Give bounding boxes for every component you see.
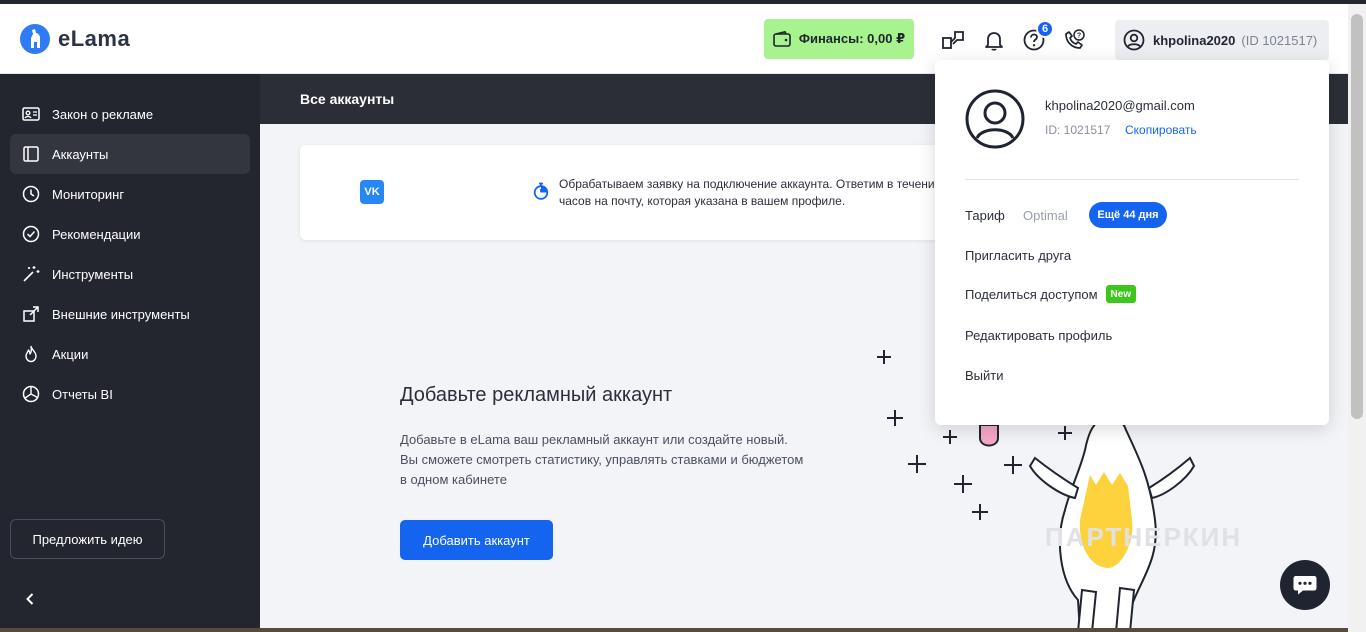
logo-llama-icon — [20, 24, 50, 54]
sidebar-item-external-tools[interactable]: Внешние инструменты — [10, 294, 250, 334]
sidebar-item-label: Рекомендации — [52, 226, 141, 242]
integrations-icon[interactable] — [941, 28, 965, 52]
check-circle-icon — [22, 225, 40, 243]
user-menu-button[interactable]: khpolina2020 (ID 1021517) — [1115, 20, 1329, 60]
clock-icon — [22, 185, 40, 203]
page-title: Все аккаунты — [300, 91, 395, 107]
invite-friend-item[interactable]: Пригласить друга — [965, 248, 1071, 263]
logo[interactable]: eLama — [20, 24, 130, 54]
user-avatar-icon — [1123, 29, 1145, 51]
profile-id: ID: 1021517 — [1045, 123, 1111, 137]
sidebar: Закон о рекламе Аккаунты Мониторинг Реко… — [0, 74, 260, 632]
magic-wand-icon — [23, 266, 40, 282]
accounts-icon — [23, 146, 39, 162]
scrollbar-thumb[interactable] — [1351, 14, 1363, 419]
pending-account-card: VK Обрабатываем заявку на подключение ак… — [300, 145, 960, 240]
page-scrollbar[interactable] — [1348, 4, 1366, 632]
user-id: (ID 1021517) — [1241, 32, 1318, 48]
chat-bubble-icon — [1293, 576, 1317, 595]
trial-days-badge[interactable]: Ещё 44 дня — [1089, 202, 1167, 228]
sidebar-item-label: Акции — [52, 346, 89, 362]
finance-label: Финансы: 0,00 ₽ — [798, 31, 906, 46]
sidebar-item-label: Аккаунты — [52, 146, 109, 162]
empty-state-description: Добавьте в eLama ваш рекламный аккаунт и… — [400, 432, 804, 487]
logout-item[interactable]: Выйти — [965, 368, 1004, 383]
sidebar-item-label: Инструменты — [52, 266, 134, 282]
bottom-strip — [0, 628, 1348, 632]
profile-dropdown: khpolina2020@gmail.com ID: 1021517 Скопи… — [935, 60, 1329, 425]
new-badge: New — [1105, 285, 1137, 303]
logo-text: eLama — [58, 26, 131, 51]
phone-help-icon[interactable]: ? — [1062, 28, 1086, 52]
collapse-sidebar-button[interactable] — [20, 589, 40, 609]
copy-id-link[interactable]: Скопировать — [1125, 123, 1197, 137]
sidebar-item-promotions[interactable]: Акции — [10, 334, 250, 374]
sidebar-item-accounts[interactable]: Аккаунты — [10, 134, 250, 174]
profile-avatar-icon — [965, 89, 1025, 149]
sidebar-item-recommendations[interactable]: Рекомендации — [10, 214, 250, 254]
bell-icon[interactable] — [982, 28, 1006, 52]
flame-icon — [25, 345, 37, 363]
sidebar-item-label: Внешние инструменты — [52, 306, 190, 322]
help-badge: 6 — [1036, 20, 1054, 38]
add-account-button[interactable]: Добавить аккаунт — [400, 520, 553, 560]
stopwatch-icon — [533, 182, 549, 200]
vk-icon: VK — [360, 180, 384, 204]
finance-button[interactable]: Финансы: 0,00 ₽ — [764, 19, 914, 59]
share-access-item[interactable]: Поделиться доступом New — [965, 285, 1137, 303]
edit-profile-item[interactable]: Редактировать профиль — [965, 328, 1112, 343]
divider — [965, 179, 1299, 180]
sidebar-item-monitoring[interactable]: Мониторинг — [10, 174, 250, 214]
watermark: ПАРТНЕРКИН — [1045, 522, 1243, 552]
sidebar-item-bi-reports[interactable]: Отчеты BI — [10, 374, 250, 414]
empty-state-title: Добавьте рекламный аккаунт — [400, 384, 673, 406]
sidebar-item-ad-law[interactable]: Закон о рекламе — [10, 94, 250, 134]
tariff-value: Optimal — [1023, 208, 1068, 223]
wallet-icon — [773, 31, 791, 47]
tariff-label[interactable]: Тариф — [965, 208, 1005, 223]
pie-chart-icon — [22, 385, 40, 403]
profile-email: khpolina2020@gmail.com — [1045, 98, 1195, 113]
sidebar-item-label: Мониторинг — [52, 186, 125, 202]
user-name: khpolina2020 — [1153, 32, 1236, 48]
suggest-idea-button[interactable]: Предложить идею — [10, 519, 165, 559]
chevron-left-icon — [26, 593, 34, 605]
chat-button[interactable] — [1280, 560, 1330, 610]
sidebar-item-tools[interactable]: Инструменты — [10, 254, 250, 294]
pending-notice-text: Обрабатываем заявку на подключение аккау… — [559, 177, 935, 208]
sidebar-item-label: Закон о рекламе — [52, 106, 154, 122]
sidebar-item-label: Отчеты BI — [52, 386, 113, 402]
svg-text:?: ? — [1077, 33, 1081, 40]
external-link-icon — [23, 306, 39, 322]
id-card-icon — [22, 107, 40, 121]
